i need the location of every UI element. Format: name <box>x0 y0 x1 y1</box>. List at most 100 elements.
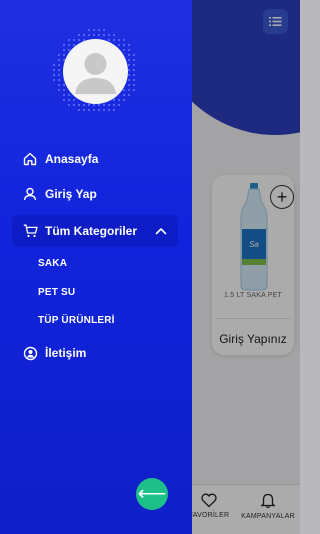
halo-dot <box>88 29 90 31</box>
halo-dot <box>133 79 135 81</box>
halo-dot <box>133 59 135 61</box>
halo-dot <box>53 79 55 81</box>
user-icon <box>22 186 38 202</box>
avatar[interactable] <box>63 39 128 104</box>
halo-dot <box>128 89 130 91</box>
menu-item-home-label: Anasayfa <box>45 152 99 166</box>
menu-item-contact[interactable]: İletişim <box>22 345 86 361</box>
halo-dot <box>73 104 75 106</box>
halo-dot <box>118 104 120 106</box>
halo-dot <box>113 34 115 36</box>
halo-dot <box>83 34 85 36</box>
halo-dot <box>93 109 95 111</box>
halo-dot <box>63 54 65 56</box>
halo-dot <box>108 39 110 41</box>
subcategory-saka[interactable]: SAKA <box>38 258 67 269</box>
home-icon <box>22 151 38 167</box>
arrow-left-icon: ⟵ <box>137 483 167 505</box>
menu-item-login-label: Giriş Yap <box>45 187 97 201</box>
halo-dot <box>58 69 60 71</box>
halo-dot <box>78 34 80 36</box>
halo-dot <box>98 29 100 31</box>
halo-dot <box>123 49 125 51</box>
halo-dot <box>128 49 130 51</box>
halo-dot <box>133 74 135 76</box>
halo-dot <box>68 94 70 96</box>
halo-dot <box>123 39 125 41</box>
halo-dot <box>68 104 70 106</box>
halo-dot <box>68 99 70 101</box>
subcategory-pet-su[interactable]: PET SU <box>38 287 75 298</box>
halo-dot <box>58 59 60 61</box>
halo-dot <box>98 109 100 111</box>
halo-dot <box>133 84 135 86</box>
halo-dot <box>133 64 135 66</box>
halo-dot <box>53 64 55 66</box>
halo-dot <box>68 39 70 41</box>
halo-dot <box>58 54 60 56</box>
halo-dot <box>53 69 55 71</box>
cart-icon <box>22 223 38 239</box>
halo-dot <box>128 94 130 96</box>
halo-dot <box>58 84 60 86</box>
halo-dot <box>73 99 75 101</box>
halo-dot <box>58 64 60 66</box>
user-placeholder-icon <box>75 53 116 94</box>
halo-dot <box>88 109 90 111</box>
halo-dot <box>58 74 60 76</box>
halo-dot <box>128 44 130 46</box>
halo-dot <box>113 99 115 101</box>
halo-dot <box>118 44 120 46</box>
halo-dot <box>83 109 85 111</box>
halo-dot <box>128 69 130 71</box>
halo-dot <box>83 104 85 106</box>
menu-item-login[interactable]: Giriş Yap <box>22 186 97 202</box>
halo-dot <box>88 34 90 36</box>
halo-dot <box>123 99 125 101</box>
categories-header: Tüm Kategoriler <box>22 223 137 239</box>
halo-dot <box>128 84 130 86</box>
halo-dot <box>63 44 65 46</box>
halo-dot <box>118 39 120 41</box>
menu-item-contact-label: İletişim <box>45 346 87 360</box>
halo-dot <box>78 104 80 106</box>
halo-dot <box>103 34 105 36</box>
halo-dot <box>98 34 100 36</box>
halo-dot <box>98 104 100 106</box>
chevron-up-icon[interactable] <box>154 225 168 237</box>
halo-dot <box>78 39 80 41</box>
halo-dot <box>63 89 65 91</box>
halo-dot <box>123 89 125 91</box>
halo-dot <box>108 109 110 111</box>
halo-dot <box>118 99 120 101</box>
halo-dot <box>133 69 135 71</box>
halo-dot <box>133 89 135 91</box>
menu-item-categories-label: Tüm Kategoriler <box>45 224 138 238</box>
halo-dot <box>128 59 130 61</box>
halo-dot <box>63 49 65 51</box>
halo-dot <box>93 29 95 31</box>
halo-dot <box>103 29 105 31</box>
halo-dot <box>63 84 65 86</box>
subcategory-tup-urunleri[interactable]: TÜP ÜRÜNLERİ <box>38 315 115 326</box>
halo-dot <box>73 39 75 41</box>
halo-dot <box>78 109 80 111</box>
halo-dot <box>68 44 70 46</box>
halo-dot <box>93 34 95 36</box>
halo-dot <box>128 79 130 81</box>
halo-dot <box>108 104 110 106</box>
menu-item-home[interactable]: Anasayfa <box>22 151 98 167</box>
halo-dot <box>63 99 65 101</box>
navigation-drawer: Anasayfa Giriş Yap Tüm Kategoriler SAKA … <box>0 0 192 534</box>
contact-icon <box>22 345 38 361</box>
halo-dot <box>108 34 110 36</box>
halo-dot <box>128 54 130 56</box>
halo-dot <box>88 104 90 106</box>
halo-dot <box>113 109 115 111</box>
halo-dot <box>113 104 115 106</box>
halo-dot <box>93 104 95 106</box>
menu-item-categories[interactable]: Tüm Kategoriler <box>12 215 178 247</box>
close-drawer-button[interactable]: ⟵ <box>136 478 168 510</box>
halo-dot <box>103 109 105 111</box>
halo-dot <box>128 74 130 76</box>
